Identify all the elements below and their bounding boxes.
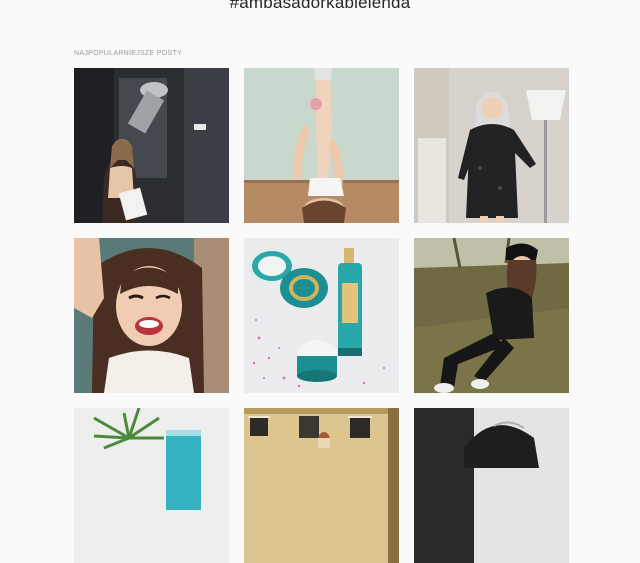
post-thumbnail[interactable] xyxy=(244,238,399,393)
hashtag-title: #ambasadorkabielenda xyxy=(229,0,411,12)
post-thumbnail[interactable] xyxy=(244,68,399,223)
post-image xyxy=(74,408,229,563)
post-image xyxy=(74,238,229,393)
post-thumbnail[interactable] xyxy=(74,408,229,563)
post-image xyxy=(414,68,569,223)
post-thumbnail[interactable] xyxy=(74,68,229,223)
post-image xyxy=(244,238,399,393)
post-thumbnail[interactable] xyxy=(74,238,229,393)
post-thumbnail[interactable] xyxy=(414,408,569,563)
section-label-top-posts: NAJPOPULARNIEJSZE POSTY xyxy=(74,50,183,57)
post-image xyxy=(244,408,399,563)
post-thumbnail[interactable] xyxy=(414,238,569,393)
post-thumbnail[interactable] xyxy=(414,68,569,223)
post-image xyxy=(244,68,399,223)
post-image xyxy=(414,408,569,563)
post-thumbnail[interactable] xyxy=(244,408,399,563)
posts-grid xyxy=(74,68,570,563)
post-image xyxy=(74,68,229,223)
post-image xyxy=(414,238,569,393)
